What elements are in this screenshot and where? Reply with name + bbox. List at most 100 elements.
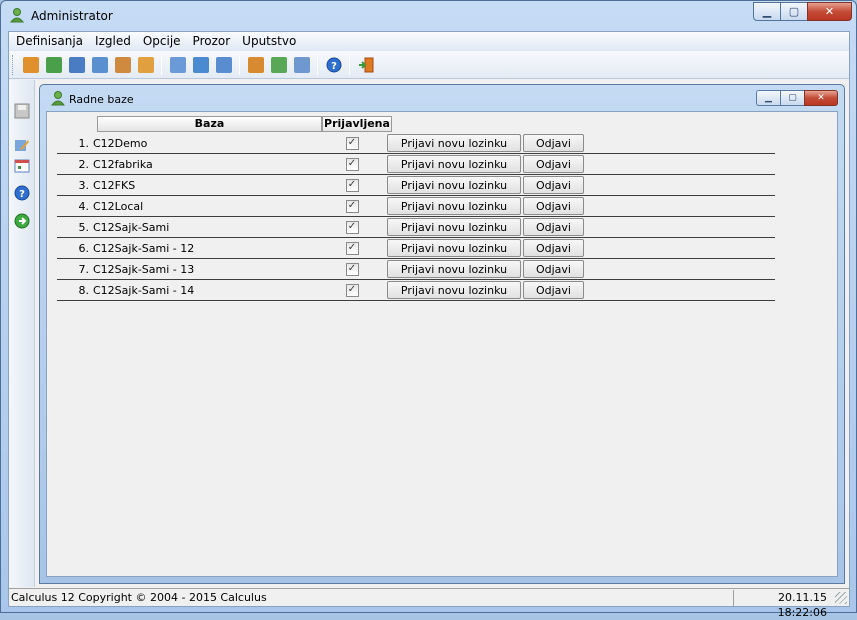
toolbar-button-exit[interactable]: [354, 54, 377, 76]
logged-in-checkbox[interactable]: ✓: [345, 157, 359, 171]
database-name: C12Sajk-Sami - 12: [93, 241, 195, 255]
window-title: Administrator: [31, 9, 113, 23]
close-icon: ✕: [817, 93, 825, 103]
close-button[interactable]: ✕: [807, 2, 852, 21]
side-button-go[interactable]: [13, 212, 31, 230]
database-name: C12Local: [93, 199, 144, 213]
row-number: 3.: [78, 178, 90, 192]
database-name: C12Sajk-Sami - 14: [93, 283, 195, 297]
table-row: 6. C12Sajk-Sami - 12 ✓ Prijavi novu lozi…: [57, 238, 775, 259]
side-button-save[interactable]: [13, 102, 31, 120]
user-icon: [137, 56, 154, 73]
table-row: 4. C12Local ✓ Prijavi novu lozinku Odjav…: [57, 196, 775, 217]
calendar-icon: [14, 159, 30, 173]
child-close-button[interactable]: ✕: [804, 90, 838, 106]
logout-button[interactable]: Odjavi: [523, 218, 584, 236]
child-maximize-button[interactable]: ▢: [780, 90, 804, 106]
logout-button[interactable]: Odjavi: [523, 134, 584, 152]
database-name: C12Sajk-Sami: [93, 220, 170, 234]
row-number: 1.: [78, 136, 90, 150]
toolbar-separator: [317, 54, 318, 75]
toolbar-button-table[interactable]: [65, 54, 88, 76]
side-button-calendar[interactable]: [13, 156, 31, 174]
login-new-password-button[interactable]: Prijavi novu lozinku: [387, 197, 521, 215]
logged-in-checkbox[interactable]: ✓: [345, 241, 359, 255]
table-row: 8. C12Sajk-Sami - 14 ✓ Prijavi novu lozi…: [57, 280, 775, 301]
logout-button[interactable]: Odjavi: [523, 239, 584, 257]
table-icon: [68, 56, 85, 73]
logged-in-checkbox[interactable]: ✓: [345, 178, 359, 192]
doc-check-icon: [270, 56, 287, 73]
menu-izgled[interactable]: Izgled: [89, 32, 137, 51]
database-name: C12Sajk-Sami - 13: [93, 262, 195, 276]
toolbar-button-user-group[interactable]: [111, 54, 134, 76]
menu-uputstvo[interactable]: Uputstvo: [236, 32, 302, 51]
menu-opcije[interactable]: Opcije: [137, 32, 187, 51]
toolbar-button-users[interactable]: [19, 54, 42, 76]
toolbar-button-add-table[interactable]: [42, 54, 65, 76]
table-row: 2. C12fabrika ✓ Prijavi novu lozinku Odj…: [57, 154, 775, 175]
user-group-icon: [114, 56, 131, 73]
database-panel: Baza Prijavljena 1. C12Demo ✓ Prijavi no…: [46, 111, 838, 577]
logout-button[interactable]: Odjavi: [523, 155, 584, 173]
logout-button[interactable]: Odjavi: [523, 197, 584, 215]
login-new-password-button[interactable]: Prijavi novu lozinku: [387, 134, 521, 152]
toolbar-separator: [161, 54, 162, 75]
toolbar-button-chart-window[interactable]: [88, 54, 111, 76]
menu-prozor[interactable]: Prozor: [187, 32, 237, 51]
check-form-icon: [192, 56, 209, 73]
logged-in-checkbox[interactable]: ✓: [345, 199, 359, 213]
maximize-button[interactable]: ▢: [780, 2, 807, 21]
minimize-icon: ▁: [765, 93, 772, 103]
row-number: 5.: [78, 220, 90, 234]
toolbar-button-edit-form[interactable]: [166, 54, 189, 76]
minimize-button[interactable]: ▁: [753, 2, 780, 21]
logged-in-checkbox[interactable]: ✓: [345, 136, 359, 150]
side-button-help[interactable]: ?: [13, 184, 31, 202]
logout-button[interactable]: Odjavi: [523, 176, 584, 194]
logged-in-checkbox[interactable]: ✓: [345, 262, 359, 276]
main-window: Administrator ▁ ▢ ✕ Definisanja Izgled O…: [0, 0, 857, 619]
table-row: 1. C12Demo ✓ Prijavi novu lozinku Odjavi: [57, 133, 775, 154]
svg-text:?: ?: [331, 61, 337, 72]
login-new-password-button[interactable]: Prijavi novu lozinku: [387, 260, 521, 278]
add-table-icon: [45, 56, 62, 73]
toolbar-button-user-switch[interactable]: [212, 54, 235, 76]
column-header-prijavljena[interactable]: Prijavljena: [322, 116, 392, 132]
toolbar-button-user[interactable]: [134, 54, 157, 76]
toolbar-button-doc-check[interactable]: [267, 54, 290, 76]
resize-grip[interactable]: [835, 592, 847, 604]
logged-in-checkbox[interactable]: ✓: [345, 283, 359, 297]
login-new-password-button[interactable]: Prijavi novu lozinku: [387, 218, 521, 236]
toolbar-button-pencil-doc[interactable]: [244, 54, 267, 76]
login-new-password-button[interactable]: Prijavi novu lozinku: [387, 281, 521, 299]
toolbar-button-copy-docs[interactable]: [290, 54, 313, 76]
pencil-doc-icon: [247, 56, 264, 73]
side-button-edit[interactable]: [13, 136, 31, 154]
toolbar-grip[interactable]: [12, 54, 15, 75]
users-icon: [22, 56, 39, 73]
user-switch-icon: [215, 56, 232, 73]
column-header-baza[interactable]: Baza: [97, 116, 322, 132]
edit-pencil-icon: [15, 140, 29, 151]
login-new-password-button[interactable]: Prijavi novu lozinku: [387, 239, 521, 257]
green-arrow-icon: [14, 213, 30, 229]
logout-button[interactable]: Odjavi: [523, 281, 584, 299]
logout-button[interactable]: Odjavi: [523, 260, 584, 278]
title-bar[interactable]: Administrator ▁ ▢ ✕: [1, 1, 856, 31]
login-new-password-button[interactable]: Prijavi novu lozinku: [387, 176, 521, 194]
child-window-radne-baze: Radne baze ▁ ▢ ✕ Baza Prijavljena 1. C12…: [39, 84, 845, 584]
toolbar-button-help[interactable]: ?: [322, 54, 345, 76]
login-new-password-button[interactable]: Prijavi novu lozinku: [387, 155, 521, 173]
toolbar-separator: [349, 54, 350, 75]
toolbar-button-check-form[interactable]: [189, 54, 212, 76]
logged-in-checkbox[interactable]: ✓: [345, 220, 359, 234]
row-number: 2.: [78, 157, 90, 171]
table-row: 7. C12Sajk-Sami - 13 ✓ Prijavi novu lozi…: [57, 259, 775, 280]
child-minimize-button[interactable]: ▁: [756, 90, 780, 106]
menu-definisanja[interactable]: Definisanja: [9, 32, 89, 51]
row-number: 7.: [78, 262, 90, 276]
edit-form-icon: [169, 56, 186, 73]
database-name: C12Demo: [93, 136, 148, 150]
database-name: C12fabrika: [93, 157, 153, 171]
